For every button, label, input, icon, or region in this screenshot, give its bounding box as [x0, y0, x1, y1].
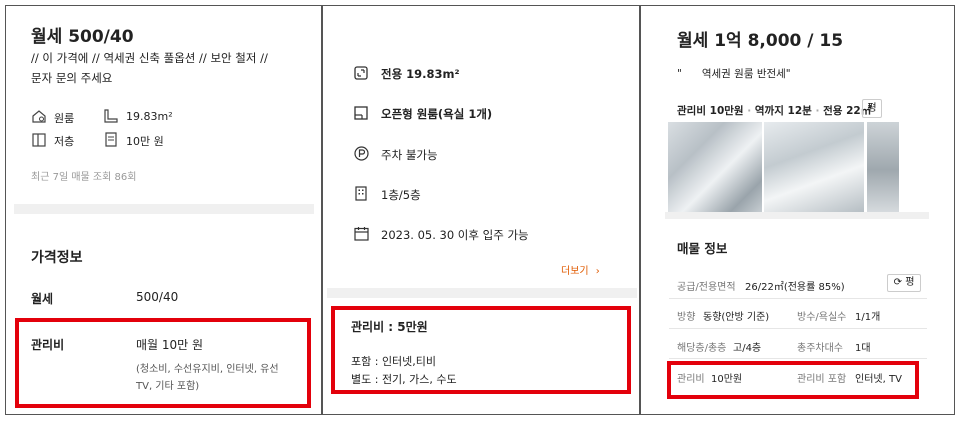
section-divider: [327, 288, 637, 298]
more-link-label: 더보기: [561, 266, 589, 277]
fee-detail-line1: (청소비, 수선유지비, 인터넷, 유선: [136, 364, 279, 375]
info-value: 10만원: [711, 374, 743, 385]
fee-value: 매월 10만 원: [136, 338, 204, 352]
info-value: 26/22㎡(전용률 85%): [745, 282, 845, 293]
listing-photo[interactable]: [668, 122, 762, 218]
listing-panel-1: 월세 500/40 // 이 가격에 // 역세권 신축 풀옵션 // 보안 철…: [5, 5, 322, 415]
unit-toggle-button[interactable]: ⟳ 평: [887, 274, 921, 292]
summary-fee: 관리비 10만원: [677, 105, 744, 117]
room-icon: [354, 106, 368, 120]
area-icon: [354, 66, 368, 80]
fee-title: 관리비 : 5만원: [351, 320, 428, 334]
house-icon: [32, 110, 46, 123]
listing-quote: " 역세권 원룸 반전세": [677, 68, 791, 80]
listing-summary: 관리비 10만원 · 역까지 12분 · 전용 22㎡: [677, 103, 871, 118]
move-in-detail: 2023. 05. 30 이후 입주 가능: [381, 228, 529, 242]
ruler-icon: [104, 109, 118, 123]
unit-toggle-label: 평: [905, 277, 915, 288]
parking-detail: 주차 불가능: [381, 148, 438, 162]
building-icon: [354, 186, 368, 201]
bill-icon: [104, 132, 118, 147]
unit-toggle-button[interactable]: 평: [862, 99, 882, 118]
info-value: 1/1개: [855, 312, 881, 323]
row-divider: [669, 298, 927, 299]
info-label: 관리비: [677, 374, 705, 385]
parking-icon: [354, 146, 369, 161]
info-label: 방향: [677, 312, 696, 323]
section-divider: [14, 204, 314, 214]
listing-panel-3: 월세 1억 8,000 / 15 " 역세권 원룸 반전세" 관리비 10만원 …: [640, 5, 955, 415]
row-divider: [669, 358, 927, 359]
info-label: 방수/욕실수: [797, 312, 847, 323]
chevron-right-icon: ›: [595, 266, 600, 277]
floor-value: 저층: [54, 135, 75, 148]
fee-included: 포함 : 인터넷,티비: [351, 355, 437, 368]
row-divider: [669, 328, 927, 329]
section-divider: [665, 212, 929, 219]
fee-detail-line2: TV, 기타 포함): [136, 381, 200, 392]
refresh-icon: ⟳: [893, 277, 902, 288]
views-text: 최근 7일 매물 조회 86회: [31, 172, 137, 183]
more-link[interactable]: 더보기 ›: [561, 262, 600, 277]
info-value: 1대: [855, 343, 871, 354]
rent-value: 500/40: [136, 290, 179, 304]
area-value: 19.83m²: [126, 110, 173, 123]
fee-label: 관리비: [31, 338, 65, 352]
fee-separate: 별도 : 전기, 가스, 수도: [351, 373, 457, 386]
listing-description-line1: // 이 가격에 // 역세권 신축 풀옵션 // 보안 철저 //: [31, 51, 268, 65]
listing-photo[interactable]: [764, 122, 864, 218]
calendar-icon: [354, 226, 369, 241]
listing-panel-2: 전용 19.83m² 오픈형 원룸(욕실 1개) 주차 불가능 1층/5층 20…: [322, 5, 640, 415]
listing-title: 월세 1억 8,000 / 15: [677, 31, 844, 51]
info-label: 관리비 포함: [797, 374, 847, 385]
floor-icon: [32, 133, 46, 147]
room-type: 원룸: [54, 112, 75, 125]
rent-label: 월세: [31, 292, 54, 306]
summary-station: 역까지 12분: [754, 105, 812, 117]
listing-title: 월세 500/40: [31, 27, 134, 47]
info-label: 총주차대수: [797, 343, 843, 354]
info-label: 해당층/총층: [677, 343, 727, 354]
section-title: 매물 정보: [677, 241, 728, 256]
info-label: 공급/전용면적: [677, 282, 736, 293]
room-detail: 오픈형 원룸(욕실 1개): [381, 107, 493, 121]
maintenance-value: 10만 원: [126, 135, 164, 148]
summary-separator: ·: [815, 105, 820, 117]
listing-description-line2: 문자 문의 주세요: [31, 71, 113, 85]
info-value: 인터넷, TV: [855, 374, 902, 385]
info-value: 동향(안방 기준): [703, 312, 770, 323]
listing-photo[interactable]: [867, 122, 899, 218]
area-detail: 전용 19.83m²: [381, 67, 460, 81]
floor-detail: 1층/5층: [381, 188, 421, 202]
summary-separator: ·: [747, 105, 752, 117]
price-section-title: 가격정보: [31, 250, 83, 266]
info-value: 고/4층: [733, 343, 762, 354]
